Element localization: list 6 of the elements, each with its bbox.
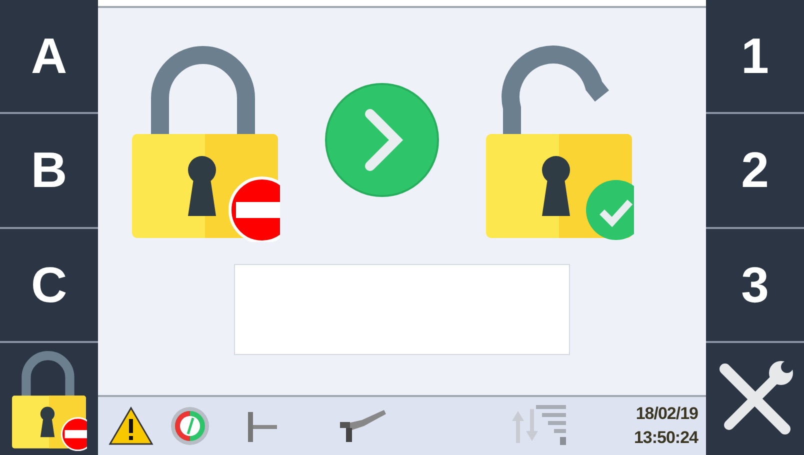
time-text: 13:50:24 <box>634 428 698 448</box>
next-icon <box>324 82 440 198</box>
date-text: 18/02/19 <box>636 404 698 424</box>
gauge-icon <box>170 406 210 446</box>
warning-icon <box>108 406 154 446</box>
input-field[interactable] <box>234 264 570 355</box>
